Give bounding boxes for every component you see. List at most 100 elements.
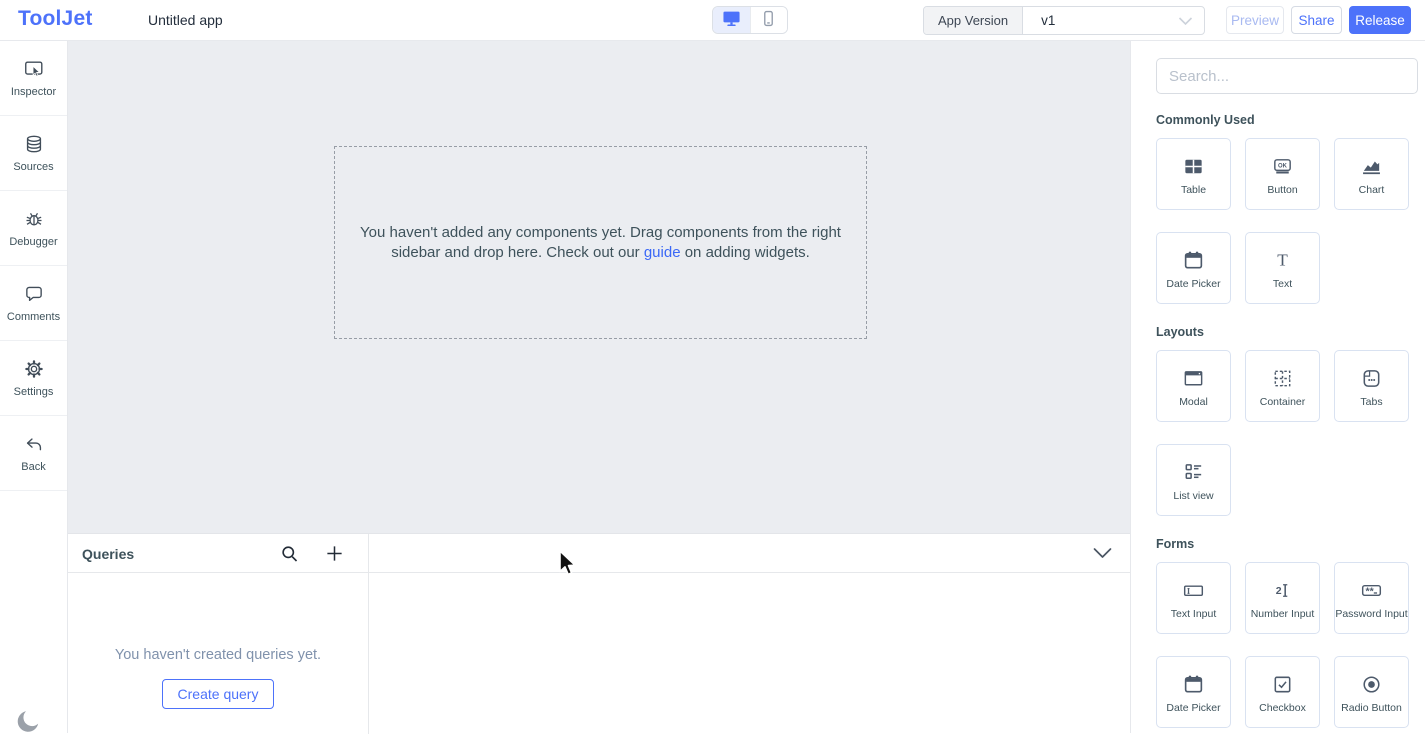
query-list-pane: You haven't created queries yet. Create … bbox=[68, 573, 368, 734]
number-input-icon: 2 bbox=[1271, 577, 1294, 604]
widget-label: Password Input bbox=[1335, 608, 1407, 621]
tooljet-logo[interactable]: ToolJet bbox=[18, 7, 93, 31]
widget-card-chart[interactable]: Chart bbox=[1334, 138, 1409, 210]
widget-card-radio-button[interactable]: Radio Button bbox=[1334, 656, 1409, 728]
app-version-select[interactable]: v1 bbox=[1023, 7, 1204, 34]
sidebar-item-label: Settings bbox=[14, 386, 54, 398]
section-title-layouts: Layouts bbox=[1156, 325, 1415, 339]
moon-icon bbox=[15, 723, 42, 738]
svg-text:**: ** bbox=[1366, 586, 1375, 598]
password-input-icon: ** bbox=[1360, 577, 1383, 604]
guide-link[interactable]: guide bbox=[644, 244, 681, 261]
widget-grid: Text Input 2 Number Input ** Password In… bbox=[1156, 562, 1415, 728]
comment-icon bbox=[23, 283, 45, 305]
widget-sidebar: Commonly Used Table OK Button Chart bbox=[1130, 41, 1425, 733]
widget-search-input[interactable] bbox=[1156, 58, 1418, 94]
inspector-icon bbox=[23, 58, 45, 80]
share-button[interactable]: Share bbox=[1291, 6, 1342, 34]
widget-label: Checkbox bbox=[1259, 702, 1306, 715]
preview-button[interactable]: Preview bbox=[1226, 6, 1284, 34]
app-version-label: App Version bbox=[924, 7, 1023, 34]
widget-label: Tabs bbox=[1360, 396, 1382, 409]
modal-icon bbox=[1182, 365, 1205, 392]
widget-label: Chart bbox=[1359, 184, 1385, 197]
query-panel-collapse-button[interactable] bbox=[1092, 547, 1113, 560]
add-query-button[interactable] bbox=[325, 544, 344, 563]
widget-card-button[interactable]: OK Button bbox=[1245, 138, 1320, 210]
svg-text:OK: OK bbox=[1278, 164, 1288, 170]
mobile-toggle-button[interactable] bbox=[750, 7, 788, 33]
empty-canvas-message: You haven't added any components yet. Dr… bbox=[360, 223, 842, 263]
list-view-icon bbox=[1182, 459, 1205, 486]
release-button[interactable]: Release bbox=[1349, 6, 1411, 34]
svg-text:2: 2 bbox=[1276, 585, 1282, 597]
app-version-group: App Version v1 bbox=[923, 6, 1205, 35]
widget-label: Date Picker bbox=[1166, 278, 1220, 291]
section-title-forms: Forms bbox=[1156, 537, 1415, 551]
bug-icon bbox=[23, 208, 45, 230]
sidebar-item-label: Sources bbox=[13, 161, 53, 173]
widget-label: Table bbox=[1181, 184, 1206, 197]
calendar-icon bbox=[1182, 247, 1205, 274]
tabs-icon bbox=[1360, 365, 1383, 392]
widget-card-text-input[interactable]: Text Input bbox=[1156, 562, 1231, 634]
device-layout-toggle bbox=[712, 6, 788, 34]
widget-card-container[interactable]: Container bbox=[1245, 350, 1320, 422]
chevron-down-icon bbox=[1092, 548, 1113, 563]
widget-label: Modal bbox=[1179, 396, 1208, 409]
topbar: ToolJet Untitled app App Version v1 bbox=[0, 0, 1425, 41]
query-panel-header: Queries bbox=[68, 534, 1130, 573]
section-title-commonly-used: Commonly Used bbox=[1156, 113, 1415, 127]
query-panel: Queries You haven't created queries yet.… bbox=[68, 533, 1130, 733]
chart-icon bbox=[1360, 153, 1383, 180]
empty-canvas-text-part: on adding widgets. bbox=[681, 244, 810, 261]
desktop-toggle-button[interactable] bbox=[713, 7, 750, 33]
sidebar-item-label: Inspector bbox=[11, 86, 56, 98]
widget-card-modal[interactable]: Modal bbox=[1156, 350, 1231, 422]
widget-card-date-picker[interactable]: Date Picker bbox=[1156, 232, 1231, 304]
canvas[interactable]: You haven't added any components yet. Dr… bbox=[68, 41, 1130, 533]
sidebar-item-sources[interactable]: Sources bbox=[0, 116, 67, 191]
left-toolbar: Inspector Sources Debugger Comments Sett… bbox=[0, 41, 68, 733]
canvas-dropzone[interactable]: You haven't added any components yet. Dr… bbox=[334, 146, 867, 339]
desktop-monitor-icon bbox=[721, 8, 742, 32]
app-title[interactable]: Untitled app bbox=[148, 12, 223, 28]
gear-icon bbox=[23, 358, 45, 380]
mobile-phone-icon bbox=[759, 9, 778, 31]
widget-card-tabs[interactable]: Tabs bbox=[1334, 350, 1409, 422]
text-icon: T bbox=[1271, 247, 1294, 274]
widget-card-table[interactable]: Table bbox=[1156, 138, 1231, 210]
query-search-button[interactable] bbox=[280, 544, 299, 563]
radio-icon bbox=[1360, 671, 1383, 698]
dark-mode-toggle[interactable] bbox=[15, 708, 42, 735]
svg-text:T: T bbox=[1277, 251, 1288, 270]
widget-card-number-input[interactable]: 2 Number Input bbox=[1245, 562, 1320, 634]
widget-card-date-picker-2[interactable]: Date Picker bbox=[1156, 656, 1231, 728]
sidebar-item-back[interactable]: Back bbox=[0, 416, 67, 491]
create-query-button[interactable]: Create query bbox=[162, 679, 274, 709]
widget-label: Number Input bbox=[1251, 608, 1315, 621]
widget-card-password-input[interactable]: ** Password Input bbox=[1334, 562, 1409, 634]
sidebar-item-debugger[interactable]: Debugger bbox=[0, 191, 67, 266]
widget-label: Text Input bbox=[1171, 608, 1217, 621]
widget-label: Date Picker bbox=[1166, 702, 1220, 715]
table-icon bbox=[1182, 153, 1205, 180]
widget-card-text[interactable]: T Text bbox=[1245, 232, 1320, 304]
sidebar-item-comments[interactable]: Comments bbox=[0, 266, 67, 341]
plus-icon bbox=[325, 551, 344, 566]
search-icon bbox=[280, 551, 299, 566]
widget-card-list-view[interactable]: List view bbox=[1156, 444, 1231, 516]
sidebar-item-label: Back bbox=[21, 461, 45, 473]
widget-label: Text bbox=[1273, 278, 1292, 291]
sidebar-item-settings[interactable]: Settings bbox=[0, 341, 67, 416]
back-arrow-icon bbox=[23, 433, 45, 455]
widget-label: Container bbox=[1260, 396, 1306, 409]
database-icon bbox=[23, 133, 45, 155]
widget-grid: Modal Container Tabs List view bbox=[1156, 350, 1415, 516]
calendar-icon bbox=[1182, 671, 1205, 698]
sidebar-item-label: Comments bbox=[7, 311, 60, 323]
button-icon: OK bbox=[1271, 153, 1294, 180]
app-version-value: v1 bbox=[1041, 13, 1055, 28]
widget-card-checkbox[interactable]: Checkbox bbox=[1245, 656, 1320, 728]
sidebar-item-inspector[interactable]: Inspector bbox=[0, 41, 67, 116]
